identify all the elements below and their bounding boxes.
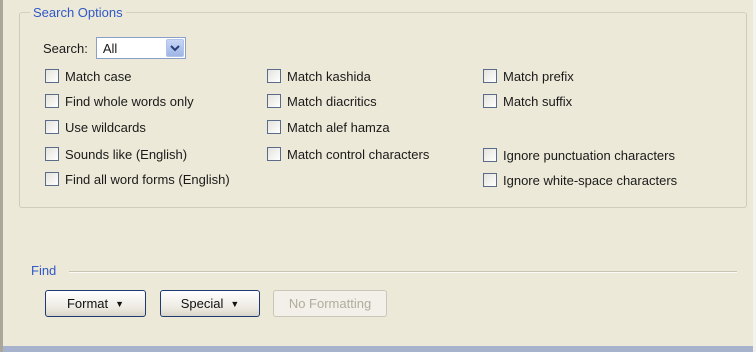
- ignore-punctuation-label: Ignore punctuation characters: [503, 147, 675, 163]
- format-button-label: Format: [66, 296, 109, 311]
- ignore-white-space-label: Ignore white-space characters: [503, 172, 678, 188]
- find-legend: Find: [31, 263, 61, 278]
- find-all-word-forms-checkbox[interactable]: [45, 172, 59, 186]
- match-control-characters-checkbox[interactable]: [267, 147, 281, 161]
- find-whole-words-label: Find whole words only: [65, 93, 194, 109]
- find-replace-dialog: Search Options Search: All Match case Fi…: [0, 0, 756, 352]
- sounds-like-option[interactable]: Sounds like (English): [45, 144, 187, 164]
- match-diacritics-option[interactable]: Match diacritics: [267, 91, 377, 111]
- chevron-down-icon[interactable]: [165, 39, 184, 57]
- match-prefix-label: Match prefix: [503, 68, 574, 84]
- search-direction-value: All: [102, 40, 118, 56]
- match-kashida-checkbox[interactable]: [267, 69, 281, 83]
- find-whole-words-checkbox[interactable]: [45, 94, 59, 108]
- no-formatting-button-label: No Formatting: [288, 296, 372, 311]
- match-case-label: Match case: [65, 68, 132, 84]
- match-diacritics-checkbox[interactable]: [267, 94, 281, 108]
- dropdown-arrow-icon: ▼: [115, 298, 125, 309]
- match-alef-hamza-option[interactable]: Match alef hamza: [267, 117, 390, 137]
- match-prefix-option[interactable]: Match prefix: [483, 66, 574, 86]
- match-kashida-option[interactable]: Match kashida: [267, 66, 371, 86]
- find-whole-words-option[interactable]: Find whole words only: [45, 91, 194, 111]
- sounds-like-label: Sounds like (English): [65, 146, 188, 162]
- find-all-word-forms-option[interactable]: Find all word forms (English): [45, 169, 230, 189]
- use-wildcards-checkbox[interactable]: [45, 120, 59, 134]
- ignore-punctuation-checkbox[interactable]: [483, 148, 497, 162]
- search-direction-row: Search: All: [43, 36, 186, 60]
- match-alef-hamza-checkbox[interactable]: [267, 120, 281, 134]
- dropdown-arrow-icon: ▼: [230, 298, 240, 309]
- match-prefix-checkbox[interactable]: [483, 69, 497, 83]
- search-options-legend: Search Options: [30, 5, 126, 20]
- match-control-characters-label: Match control characters: [287, 146, 430, 162]
- match-suffix-label: Match suffix: [503, 93, 573, 109]
- match-alef-hamza-label: Match alef hamza: [287, 119, 390, 135]
- match-case-option[interactable]: Match case: [45, 66, 131, 86]
- ignore-white-space-checkbox[interactable]: [483, 173, 497, 187]
- find-divider: [69, 271, 737, 273]
- ignore-white-space-option[interactable]: Ignore white-space characters: [483, 170, 677, 190]
- no-formatting-button[interactable]: No Formatting: [273, 290, 387, 317]
- special-button-label: Special: [180, 296, 224, 311]
- use-wildcards-label: Use wildcards: [65, 119, 146, 135]
- find-all-word-forms-label: Find all word forms (English): [65, 171, 230, 187]
- format-button[interactable]: Format ▼: [45, 290, 146, 317]
- special-button[interactable]: Special ▼: [160, 290, 260, 317]
- match-kashida-label: Match kashida: [287, 68, 371, 84]
- search-direction-select[interactable]: All: [95, 37, 186, 59]
- match-suffix-option[interactable]: Match suffix: [483, 91, 572, 111]
- search-label: Search:: [43, 40, 88, 56]
- match-control-characters-option[interactable]: Match control characters: [267, 144, 429, 164]
- match-diacritics-label: Match diacritics: [287, 93, 377, 109]
- use-wildcards-option[interactable]: Use wildcards: [45, 117, 146, 137]
- match-case-checkbox[interactable]: [45, 69, 59, 83]
- sounds-like-checkbox[interactable]: [45, 147, 59, 161]
- ignore-punctuation-option[interactable]: Ignore punctuation characters: [483, 145, 675, 165]
- match-suffix-checkbox[interactable]: [483, 94, 497, 108]
